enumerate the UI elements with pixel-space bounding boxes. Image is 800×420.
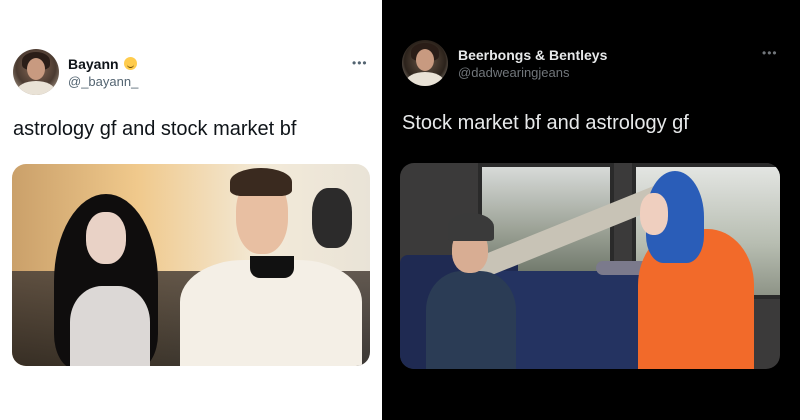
tweet-text: Stock market bf and astrology gf	[402, 112, 689, 134]
photo-woman-dress	[70, 286, 150, 366]
tweet-card-light[interactable]: Bayann @_bayann_ ••• astrology gf and st…	[0, 0, 382, 420]
user-handle[interactable]: @dadwearingjeans	[458, 65, 570, 80]
user-handle[interactable]: @_bayann_	[68, 74, 138, 89]
more-options-icon[interactable]: •••	[762, 47, 778, 59]
tweet-text: astrology gf and stock market bf	[13, 118, 297, 140]
smiling-face-emoji-icon	[123, 57, 137, 70]
tweet-card-dark[interactable]: Beerbongs & Bentleys @dadwearingjeans ••…	[382, 0, 800, 420]
display-name[interactable]: Beerbongs & Bentleys	[458, 47, 607, 63]
avatar-shoulders	[17, 81, 55, 95]
photo-woman-face	[86, 212, 126, 264]
avatar[interactable]	[402, 40, 448, 86]
photo-man-hair	[230, 168, 292, 196]
photo-man-body	[426, 271, 516, 369]
photo-man-collar	[250, 256, 294, 278]
display-name[interactable]: Bayann	[68, 56, 137, 72]
photo-photographer	[312, 188, 352, 248]
avatar-face	[416, 49, 434, 71]
tweet-photo[interactable]	[400, 163, 780, 369]
photo-woman-face	[640, 193, 668, 235]
avatar[interactable]	[13, 49, 59, 95]
photo-man-beanie	[448, 213, 494, 241]
display-name-text: Bayann	[68, 56, 119, 72]
avatar-face	[27, 58, 45, 80]
tweet-photo[interactable]	[12, 164, 370, 366]
more-options-icon[interactable]: •••	[352, 57, 368, 69]
avatar-shoulders	[406, 72, 444, 86]
